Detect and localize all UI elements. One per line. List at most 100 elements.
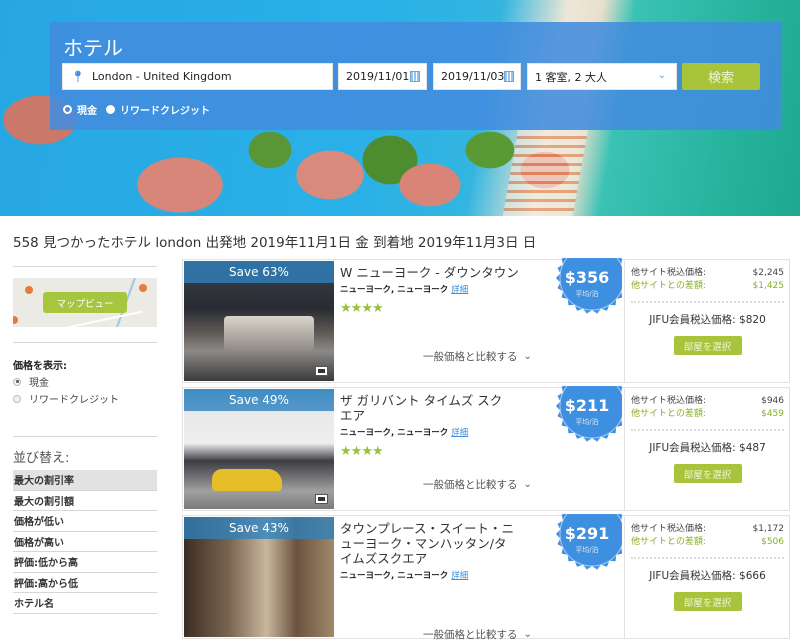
calendar-icon[interactable]: [504, 71, 514, 82]
sidebar: マップビュー 価格を表示: 現金 リワードクレジット 並び替え: 最大の割引率 …: [13, 266, 157, 614]
radio-button[interactable]: [13, 377, 21, 386]
price-comparison-panel: 他サイト税込価格: $2,245 他サイトとの差額: $1,425 JIFU会員税込…: [624, 260, 790, 382]
select-room-button[interactable]: 部屋を選択: [673, 592, 742, 611]
difference-row: 他サイトとの差額: $506: [631, 536, 784, 549]
price-option-cash[interactable]: 現金: [13, 374, 157, 389]
other-site-price-label: 他サイト税込価格:: [631, 268, 707, 278]
hotel-name[interactable]: ザ ガリバント タイムズ スクエア: [340, 393, 510, 423]
save-banner: Save 43%: [184, 517, 334, 539]
gallery-icon[interactable]: [315, 494, 328, 504]
sort-option[interactable]: 価格が低い: [13, 511, 157, 532]
search-button[interactable]: 検索: [682, 63, 760, 90]
hotel-info: タウンプレース・スイート・ニューヨーク・マンハッタン/タイムズスクエア ニューヨ…: [340, 521, 540, 584]
hotel-card: Save 43% タウンプレース・スイート・ニューヨーク・マンハッタン/タイムズ…: [182, 514, 790, 642]
guests-select[interactable]: 1 客室, 2 大人 ⌄: [527, 63, 677, 90]
location-value: London - United Kingdom: [91, 70, 232, 83]
hotel-location-text: ニューヨーク, ニューヨーク: [340, 571, 449, 581]
chevron-down-icon: ⌄: [523, 479, 532, 490]
divider: [13, 436, 157, 437]
dotted-divider: [631, 429, 784, 431]
price-per-night: $356: [564, 268, 610, 287]
compare-prices-toggle[interactable]: 一般価格と比較する ⌄: [423, 349, 532, 364]
details-link[interactable]: 詳細: [451, 571, 468, 581]
difference-label: 他サイトとの差額:: [631, 537, 706, 547]
hotel-name[interactable]: タウンプレース・スイート・ニューヨーク・マンハッタン/タイムズスクエア: [340, 521, 515, 566]
difference-value: $1,425: [752, 281, 785, 291]
difference-label: 他サイトとの差額:: [631, 281, 706, 291]
select-room-button[interactable]: 部屋を選択: [673, 464, 742, 483]
checkout-value: 2019/11/03: [441, 70, 505, 83]
hotel-location: ニューヨーク, ニューヨーク 詳細: [340, 283, 540, 298]
radio-cash-label[interactable]: 現金: [77, 102, 97, 117]
hotel-location-text: ニューヨーク, ニューヨーク: [340, 285, 449, 295]
difference-label: 他サイトとの差額:: [631, 409, 706, 419]
hotel-name[interactable]: W ニューヨーク - ダウンタウン: [340, 265, 540, 280]
search-title: ホテル: [63, 36, 123, 60]
chevron-down-icon: ⌄: [523, 629, 532, 640]
divider: [13, 266, 157, 267]
hotel-location: ニューヨーク, ニューヨーク 詳細: [340, 426, 540, 441]
map-marker: [13, 316, 18, 324]
hotel-list: Save 63% W ニューヨーク - ダウンタウン ニューヨーク, ニューヨー…: [182, 258, 790, 643]
difference-value: $459: [761, 409, 784, 419]
map-preview[interactable]: マップビュー: [13, 278, 157, 327]
map-marker: [139, 284, 147, 292]
hotel-info: ザ ガリバント タイムズ スクエア ニューヨーク, ニューヨーク 詳細 ★★★★: [340, 393, 540, 459]
chevron-down-icon: ⌄: [657, 70, 666, 81]
details-link[interactable]: 詳細: [451, 285, 468, 295]
sort-option[interactable]: 評価:低から高: [13, 552, 157, 573]
sort-option[interactable]: 最大の割引額: [13, 491, 157, 511]
star-icon: ★: [371, 301, 384, 316]
star-icon: ★: [340, 444, 352, 459]
price-option-label: 現金: [29, 378, 49, 389]
star-icon: ★: [350, 301, 363, 316]
star-rating: ★★★★: [340, 444, 540, 459]
hotel-photo[interactable]: Save 43%: [184, 517, 334, 637]
checkin-date-input[interactable]: 2019/11/01: [338, 63, 427, 90]
sort-option[interactable]: 評価:高から低: [13, 573, 157, 593]
price-per-night: $211: [564, 396, 610, 415]
sort-option[interactable]: ホテル名: [13, 593, 157, 614]
hotel-card: Save 63% W ニューヨーク - ダウンタウン ニューヨーク, ニューヨー…: [182, 258, 790, 383]
map-road: [53, 310, 143, 327]
location-input[interactable]: 📍︎ London - United Kingdom: [62, 63, 333, 90]
compare-prices-toggle[interactable]: 一般価格と比較する ⌄: [423, 477, 532, 492]
results-summary: 558 見つかったホテル london 出発地 2019年11月1日 金 到着地…: [13, 235, 537, 251]
price-badge: $291 平均/泊: [552, 514, 622, 574]
price-badge: $211 平均/泊: [552, 386, 622, 446]
other-site-price-row: 他サイト税込価格: $946: [631, 395, 784, 408]
other-site-price-row: 他サイト税込価格: $1,172: [631, 523, 784, 536]
compare-prices-toggle[interactable]: 一般価格と比較する ⌄: [423, 627, 532, 642]
price-comparison-panel: 他サイト税込価格: $1,172 他サイトとの差額: $506 JIFU会員税込価格…: [624, 516, 790, 638]
price-option-reward[interactable]: リワードクレジット: [13, 391, 157, 406]
star-icon: ★: [361, 444, 373, 459]
star-rating: ★★★★: [340, 301, 540, 316]
star-icon: ★: [340, 301, 352, 316]
sort-option[interactable]: 価格が高い: [13, 532, 157, 552]
search-panel: ホテル 📍︎ London - United Kingdom 2019/11/0…: [50, 22, 782, 130]
radio-reward-credit[interactable]: [106, 105, 115, 114]
price-unit: 平均/泊: [575, 418, 599, 426]
dotted-divider: [631, 301, 784, 303]
price-badge: $356 平均/泊: [552, 258, 622, 318]
other-site-price-value: $946: [761, 396, 784, 406]
calendar-icon[interactable]: [410, 71, 420, 82]
select-room-button[interactable]: 部屋を選択: [673, 336, 742, 355]
gallery-icon[interactable]: [315, 366, 328, 376]
other-site-price-label: 他サイト税込価格:: [631, 524, 707, 534]
chevron-down-icon: ⌄: [523, 351, 532, 362]
checkout-date-input[interactable]: 2019/11/03: [433, 63, 521, 90]
guests-value: 1 客室, 2 大人: [535, 70, 607, 84]
difference-row: 他サイトとの差額: $459: [631, 408, 784, 421]
other-site-price-row: 他サイト税込価格: $2,245: [631, 267, 784, 280]
sort-option[interactable]: 最大の割引率: [13, 470, 157, 491]
hotel-photo[interactable]: Save 49%: [184, 389, 334, 509]
difference-value: $506: [761, 537, 784, 547]
radio-reward-credit-label[interactable]: リワードクレジット: [120, 102, 210, 117]
hotel-photo[interactable]: Save 63%: [184, 261, 334, 381]
star-icon: ★: [371, 444, 384, 459]
radio-cash[interactable]: [63, 105, 72, 114]
map-view-button[interactable]: マップビュー: [43, 292, 127, 313]
radio-button[interactable]: [13, 394, 21, 403]
details-link[interactable]: 詳細: [451, 428, 468, 438]
